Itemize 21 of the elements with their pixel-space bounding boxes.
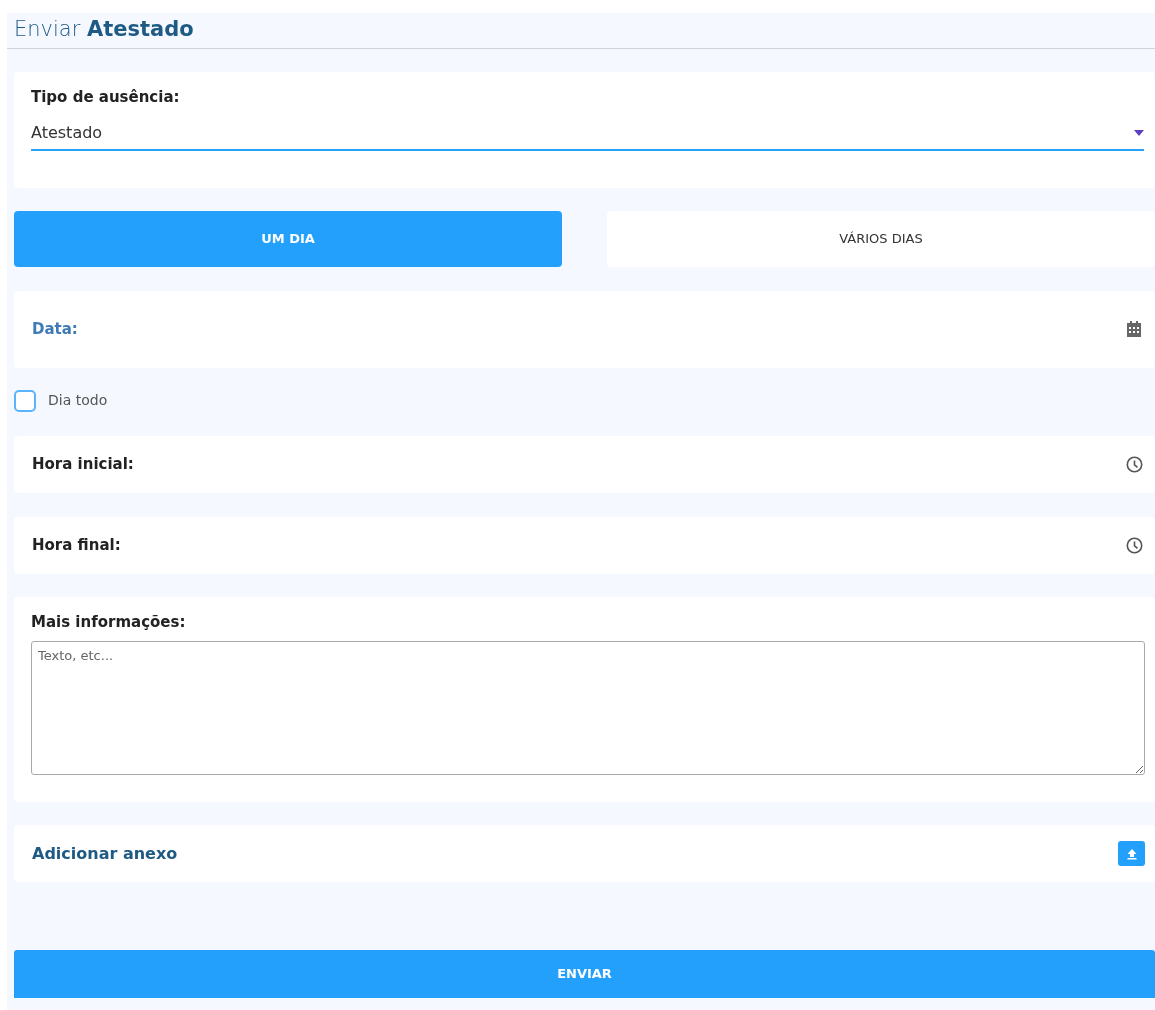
clock-icon[interactable] — [1126, 455, 1143, 473]
field-label: Data: — [32, 318, 78, 340]
caret-icon — [1134, 129, 1144, 136]
upload-icon — [1125, 847, 1138, 860]
upload-button[interactable] — [1118, 841, 1145, 867]
time-field[interactable]: Hora final: — [14, 516, 1155, 574]
attachment-label: Adicionar anexo — [32, 842, 178, 865]
field-label: Hora final: — [32, 534, 121, 556]
field-label: Tipo de ausência: — [31, 87, 181, 109]
time-field[interactable]: Hora inicial: — [14, 435, 1155, 493]
checkbox-label: Dia todo — [48, 391, 108, 411]
date-field[interactable]: Data: — [14, 290, 1155, 368]
field-label: Mais informações: — [31, 611, 187, 633]
text-area[interactable]: Texto, etc... — [31, 641, 1145, 776]
calendar-icon[interactable] — [1127, 321, 1141, 338]
field-label: Hora inicial: — [32, 453, 134, 475]
select-field[interactable]: Atestado — [31, 116, 1144, 151]
page-title: Enviar Atestado — [14, 16, 195, 43]
clock-icon[interactable] — [1126, 536, 1143, 554]
checkbox[interactable] — [14, 389, 36, 412]
tab[interactable]: VÁRIOS DIAS — [607, 210, 1155, 267]
